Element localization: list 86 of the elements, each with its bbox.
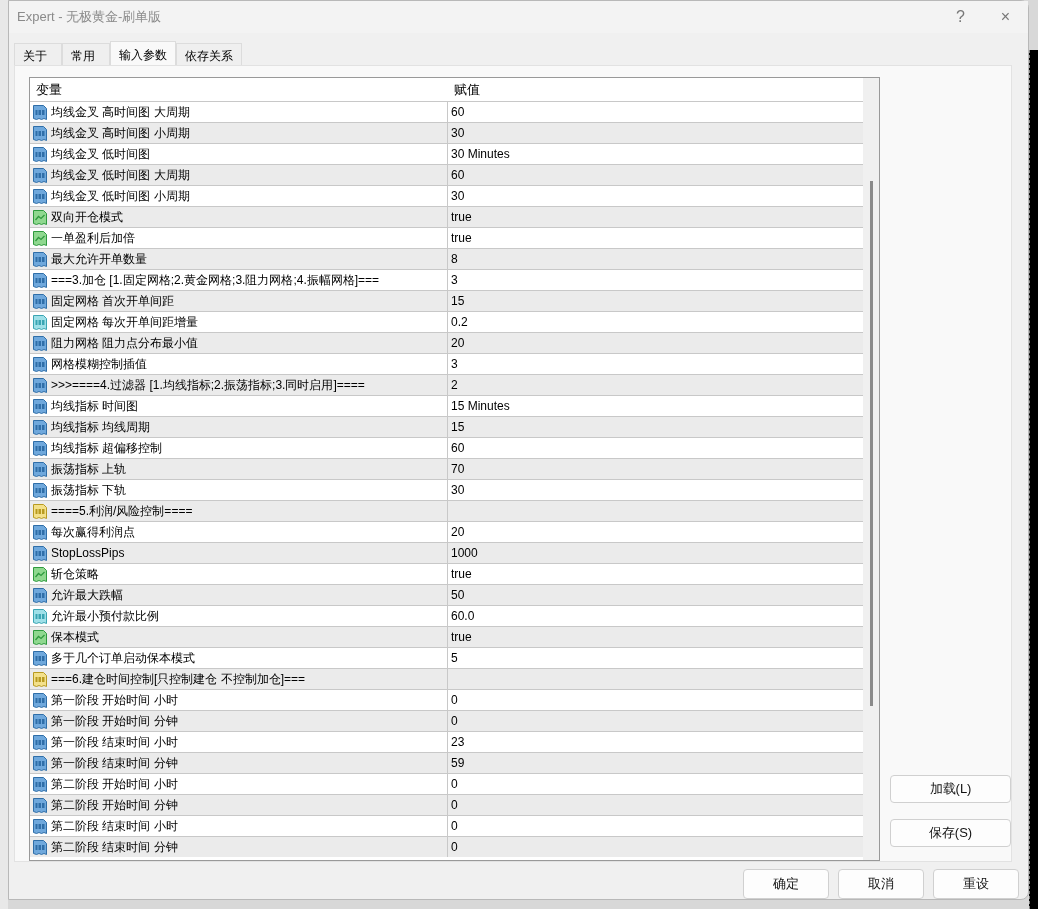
parameter-name: 允许最小预付款比例 bbox=[51, 607, 159, 625]
parameter-name: 最大允许开单数量 bbox=[51, 250, 147, 268]
parameter-value[interactable]: 0 bbox=[451, 777, 458, 791]
parameter-name: 一单盈利后加倍 bbox=[51, 229, 135, 247]
parameter-name: 保本模式 bbox=[51, 628, 99, 646]
parameter-value[interactable]: 60 bbox=[451, 441, 465, 455]
parameter-name: 均线金叉 高时间图 大周期 bbox=[51, 103, 190, 121]
parameter-name: 双向开仓模式 bbox=[51, 208, 123, 226]
parameter-name: 斩仓策略 bbox=[51, 565, 99, 583]
parameter-value[interactable]: 30 bbox=[451, 483, 465, 497]
parameter-value[interactable]: 5 bbox=[451, 651, 458, 665]
parameter-name: 固定网格 每次开单间距增量 bbox=[51, 313, 199, 331]
tab[interactable]: 关于 bbox=[14, 43, 62, 65]
parameter-value[interactable]: 2 bbox=[451, 378, 458, 392]
parameter-value[interactable]: 8 bbox=[451, 252, 458, 266]
parameter-name: 振荡指标 下轨 bbox=[51, 481, 127, 499]
parameter-value[interactable]: 20 bbox=[451, 336, 465, 350]
column-header[interactable]: 赋值 bbox=[448, 80, 864, 99]
parameter-value[interactable]: 50 bbox=[451, 588, 465, 602]
parameter-value[interactable]: 15 bbox=[451, 420, 465, 434]
parameter-value[interactable]: 30 Minutes bbox=[451, 147, 510, 161]
parameter-name: 均线指标 超偏移控制 bbox=[51, 439, 163, 457]
parameter-name: ===3.加仓 [1.固定网格;2.黄金网格;3.阻力网格;4.振幅网格]=== bbox=[51, 271, 380, 289]
parameter-name: ====5.利润/风险控制==== bbox=[51, 502, 193, 520]
parameter-name: 阻力网格 阻力点分布最小值 bbox=[51, 334, 199, 352]
parameter-name: ===6.建仓时间控制[只控制建仓 不控制加仓]=== bbox=[51, 670, 306, 688]
null[interactable]: 确定 bbox=[743, 869, 829, 899]
parameter-value[interactable]: 0 bbox=[451, 693, 458, 707]
parameter-value[interactable]: true bbox=[451, 210, 472, 224]
help-button[interactable]: ? bbox=[938, 1, 983, 33]
parameter-value[interactable]: true bbox=[451, 630, 472, 644]
parameter-name: 每次赢得利润点 bbox=[51, 523, 135, 541]
parameter-name: 第一阶段 结束时间 小时 bbox=[51, 733, 178, 751]
tab[interactable]: 输入参数 bbox=[110, 41, 176, 65]
parameter-value[interactable]: 0 bbox=[451, 840, 458, 854]
parameter-name: 均线金叉 低时间图 大周期 bbox=[51, 166, 190, 184]
parameter-name: 第一阶段 开始时间 分钟 bbox=[51, 712, 178, 730]
parameter-value[interactable]: 30 bbox=[451, 126, 465, 140]
parameter-name: 第二阶段 开始时间 分钟 bbox=[51, 796, 178, 814]
parameter-name: 均线金叉 低时间图 bbox=[51, 145, 151, 163]
parameter-name: 第二阶段 结束时间 分钟 bbox=[51, 838, 178, 856]
parameter-value[interactable]: 60 bbox=[451, 168, 465, 182]
parameter-value[interactable]: true bbox=[451, 231, 472, 245]
parameter-name: 网格模糊控制插值 bbox=[51, 355, 147, 373]
parameter-value[interactable]: 0 bbox=[451, 714, 458, 728]
parameter-value[interactable]: 60.0 bbox=[451, 609, 475, 623]
parameter-name: >>>====4.过滤器 [1.均线指标;2.振荡指标;3.同时启用]==== bbox=[51, 376, 365, 394]
parameter-name: 均线金叉 高时间图 小周期 bbox=[51, 124, 190, 142]
parameter-value[interactable]: 3 bbox=[451, 273, 458, 287]
null[interactable]: 取消 bbox=[838, 869, 924, 899]
parameter-value[interactable]: 60 bbox=[451, 105, 465, 119]
parameter-value[interactable]: 1000 bbox=[451, 546, 478, 560]
parameter-name: 第一阶段 结束时间 分钟 bbox=[51, 754, 178, 772]
parameter-name: 均线指标 均线周期 bbox=[51, 418, 151, 436]
parameter-name: 振荡指标 上轨 bbox=[51, 460, 127, 478]
parameter-name: 固定网格 首次开单间距 bbox=[51, 292, 175, 310]
scrollbar[interactable] bbox=[863, 78, 879, 860]
close-button[interactable]: × bbox=[983, 1, 1028, 33]
parameter-value[interactable]: 20 bbox=[451, 525, 465, 539]
parameter-name: StopLossPips bbox=[51, 546, 125, 560]
parameter-name: 允许最大跌幅 bbox=[51, 586, 123, 604]
parameter-value[interactable]: 15 bbox=[451, 294, 465, 308]
parameter-value[interactable]: 0.2 bbox=[451, 315, 468, 329]
scrollbar-thumb[interactable] bbox=[869, 181, 873, 706]
parameter-name: 第一阶段 开始时间 小时 bbox=[51, 691, 178, 709]
parameter-name: 均线指标 时间图 bbox=[51, 397, 139, 415]
parameter-name: 多于几个订单启动保本模式 bbox=[51, 649, 195, 667]
parameter-value[interactable]: 70 bbox=[451, 462, 465, 476]
parameter-value[interactable]: 59 bbox=[451, 756, 465, 770]
null[interactable]: 保存(S) bbox=[890, 819, 1011, 847]
null[interactable]: 重设 bbox=[933, 869, 1019, 899]
parameter-value[interactable]: 0 bbox=[451, 819, 458, 833]
parameter-name: 第二阶段 结束时间 小时 bbox=[51, 817, 178, 835]
window-title: Expert - 无极黄金-刷单版 bbox=[17, 8, 163, 26]
parameter-value[interactable]: 3 bbox=[451, 357, 458, 371]
parameter-value[interactable]: true bbox=[451, 567, 472, 581]
parameter-name: 均线金叉 低时间图 小周期 bbox=[51, 187, 190, 205]
null[interactable]: 加载(L) bbox=[890, 775, 1011, 803]
parameter-value[interactable]: 23 bbox=[451, 735, 465, 749]
parameter-value[interactable]: 30 bbox=[451, 189, 465, 203]
column-header[interactable]: 变量 bbox=[30, 80, 448, 99]
parameter-name: 第二阶段 开始时间 小时 bbox=[51, 775, 178, 793]
parameter-value[interactable]: 15 Minutes bbox=[451, 399, 510, 413]
tab[interactable]: 依存关系 bbox=[176, 43, 242, 65]
tab[interactable]: 常用 bbox=[62, 43, 110, 65]
parameter-value[interactable]: 0 bbox=[451, 798, 458, 812]
